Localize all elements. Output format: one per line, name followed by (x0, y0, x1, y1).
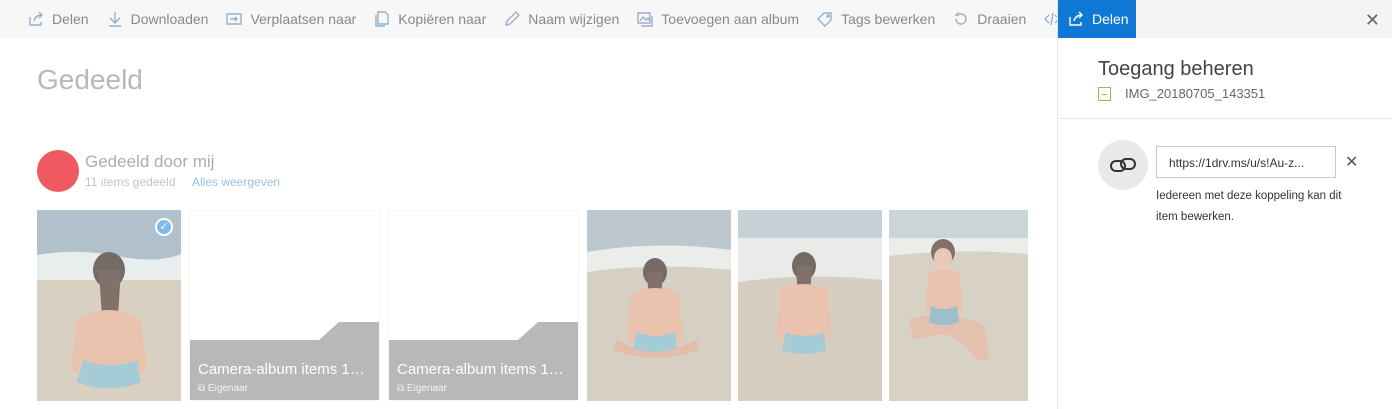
share-icon (1069, 11, 1083, 26)
share-link-field[interactable]: https://1drv.ms/u/s!Au-z... (1156, 146, 1336, 178)
link-icon (1110, 158, 1136, 172)
panel-share-button[interactable]: Delen (1058, 0, 1136, 38)
link-permission-text: Iedereen met deze koppeling kan dit item… (1156, 190, 1342, 223)
file-name: IMG_20180705_143351 (1125, 86, 1266, 101)
panel-header: Delen ✕ (1058, 0, 1392, 38)
remove-link-icon[interactable]: ✕ (1345, 152, 1358, 172)
dim-overlay (0, 0, 1057, 409)
share-panel: Delen ✕ Toegang beheren IMG_20180705_143… (1057, 0, 1392, 409)
panel-title: Toegang beheren (1098, 58, 1254, 80)
link-icon-circle (1098, 140, 1148, 190)
image-file-icon (1098, 86, 1111, 101)
close-icon[interactable]: ✕ (1365, 10, 1380, 31)
file-name-row: IMG_20180705_143351 (1098, 86, 1265, 101)
panel-share-label: Delen (1092, 11, 1129, 27)
divider (1058, 118, 1392, 119)
